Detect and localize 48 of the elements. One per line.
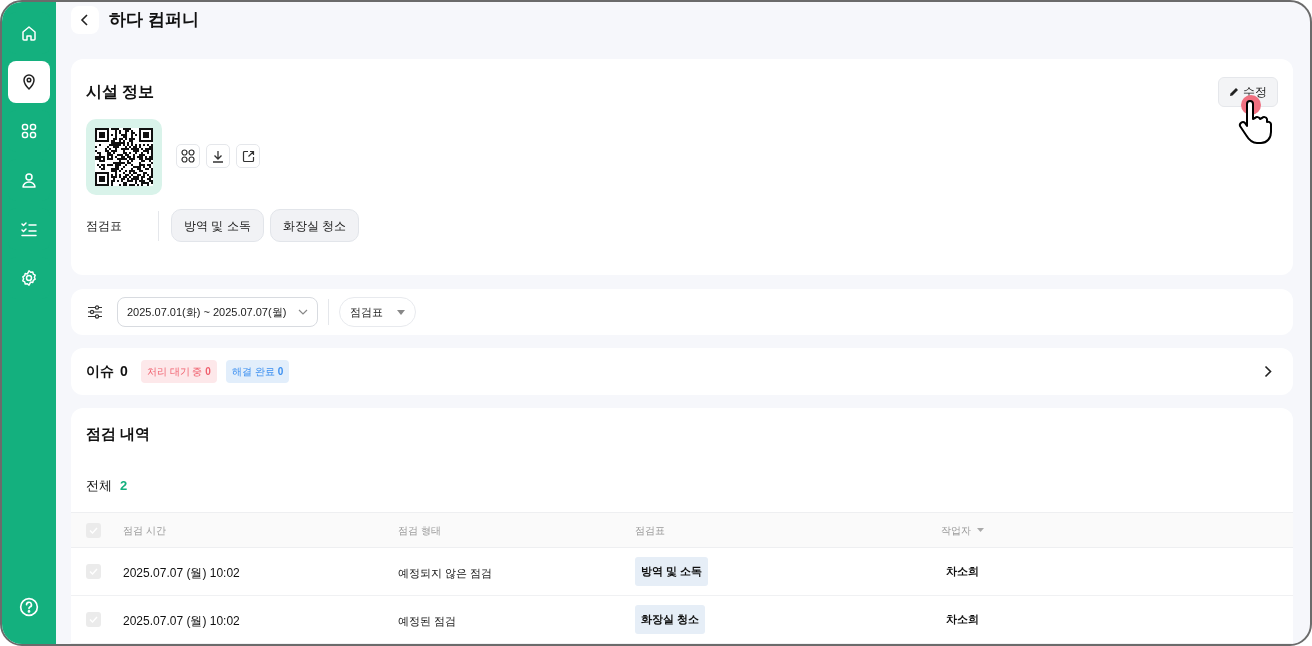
- table-cell-text: 차소희: [945, 564, 979, 580]
- checklist-tag: 방역 및 소독: [635, 557, 709, 586]
- column-header: 작업자: [940, 523, 971, 538]
- help-icon: [19, 597, 39, 617]
- sidebar-item[interactable]: [8, 61, 50, 103]
- section-title: 시설 정보: [86, 82, 155, 102]
- user-icon: [20, 171, 38, 189]
- grid-icon: [20, 122, 38, 140]
- settings-icon: [20, 269, 38, 287]
- back-icon: [80, 14, 90, 26]
- section-title: 점검 내역: [86, 424, 152, 444]
- table-cell-text: 차소희: [945, 612, 979, 628]
- date-range-dropdown[interactable]: 2025.07.01(화) ~ 2025.07.07(월): [117, 297, 319, 327]
- pencil-icon: [1229, 87, 1239, 97]
- filter-icon[interactable]: [87, 305, 103, 319]
- status-badge: 해결 완료 0: [225, 360, 290, 383]
- column-header: 점검표: [635, 523, 665, 538]
- total-label: 전체: [86, 476, 112, 495]
- qr-icon-button[interactable]: [176, 144, 200, 168]
- home-icon: [20, 24, 38, 42]
- external-link-icon: [241, 149, 255, 163]
- page-title: 하다 컴퍼니: [109, 9, 199, 32]
- download-button[interactable]: [206, 144, 230, 168]
- column-header: 점검 시간: [123, 523, 166, 538]
- share-button[interactable]: [236, 144, 260, 168]
- total-count: 2: [120, 476, 128, 495]
- checklist-tag: 화장실 청소: [635, 605, 706, 634]
- table-cell: 예정된 점검: [398, 614, 457, 627]
- checklist-label: 점검표: [86, 217, 123, 235]
- table-cell: 2025.07.07 (월) 10:02: [123, 613, 240, 628]
- chevron-right-icon[interactable]: [1264, 365, 1272, 378]
- issue-label: 이슈: [86, 362, 114, 381]
- checklist-chip[interactable]: 화장실 청소: [269, 209, 359, 242]
- issue-count: 0: [120, 362, 128, 381]
- back-button[interactable]: [71, 6, 99, 34]
- checklist-chip[interactable]: 방역 및 소독: [171, 209, 264, 242]
- cursor-icon: [1238, 100, 1272, 146]
- grid-icon: [181, 149, 195, 163]
- sort-icon[interactable]: [976, 528, 984, 532]
- table-cell: 2025.07.07 (월) 10:02: [123, 565, 240, 580]
- table-cell: 예정되지 않은 점검: [398, 566, 493, 579]
- checklist-icon: [20, 220, 38, 238]
- caret-down-icon: [397, 309, 406, 315]
- status-badge: 처리 대기 중 0: [140, 360, 217, 383]
- location-pin-icon: [20, 73, 38, 91]
- download-icon: [212, 149, 224, 163]
- column-header: 점검 형태: [398, 523, 441, 538]
- chevron-down-icon: [298, 309, 309, 315]
